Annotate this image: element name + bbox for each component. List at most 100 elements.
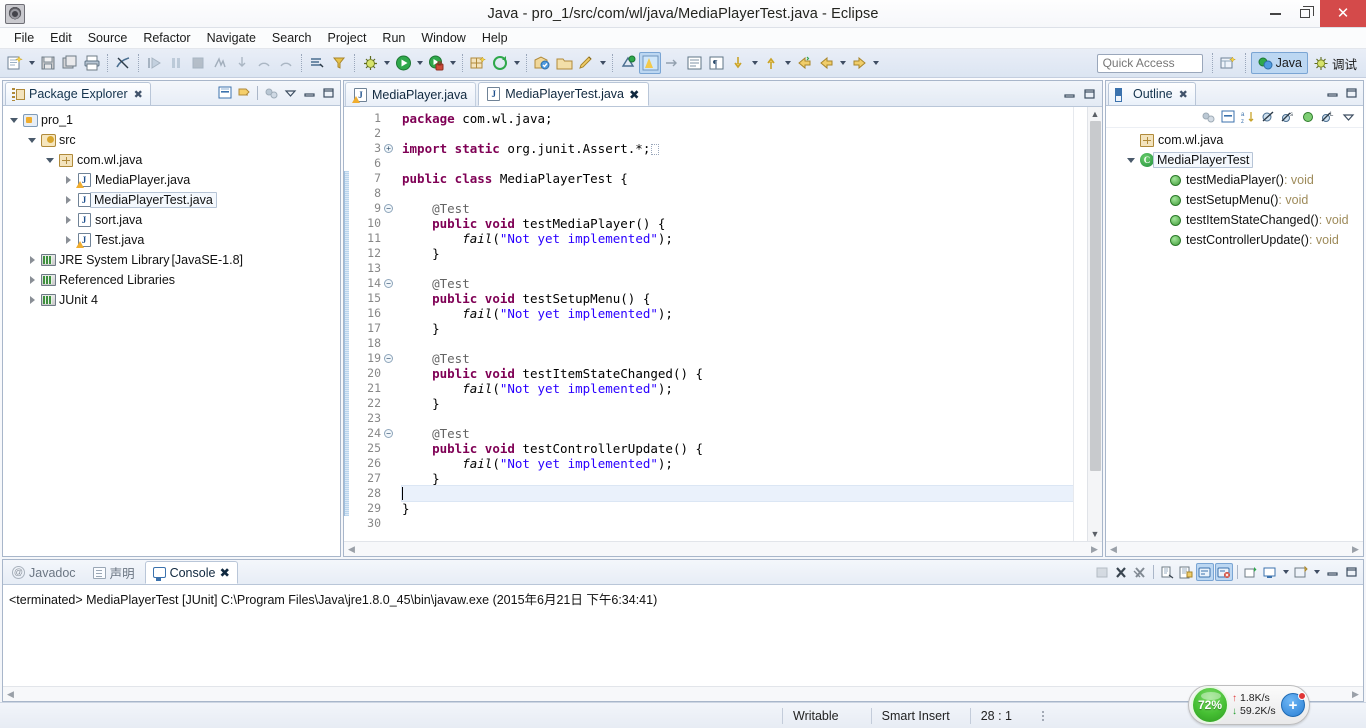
tree-item-mediaplayertest-java[interactable]: MediaPlayerTest.java <box>3 190 340 210</box>
scroll-lock-icon[interactable] <box>1177 563 1195 581</box>
code-line[interactable]: } <box>402 246 1073 261</box>
run-external-tools-icon[interactable] <box>425 52 447 74</box>
code-line[interactable]: public void testSetupMenu() { <box>402 291 1073 306</box>
forward-dropdown-icon[interactable] <box>870 52 881 74</box>
tab-console[interactable]: Console ✖ <box>144 561 238 584</box>
tab-javadoc[interactable]: @ Javadoc <box>5 561 83 584</box>
folding-ruler[interactable] <box>383 107 396 541</box>
overview-ruler[interactable] <box>1073 107 1087 541</box>
forward-history-icon[interactable] <box>815 52 837 74</box>
run-icon[interactable] <box>392 52 414 74</box>
twisty-expanded-icon[interactable] <box>43 158 57 163</box>
run-external-dropdown-icon[interactable] <box>447 52 458 74</box>
step-into-icon[interactable] <box>231 52 253 74</box>
twisty-expanded-icon[interactable] <box>7 118 21 123</box>
hide-fields-icon[interactable] <box>1259 108 1277 126</box>
toggle-block-selection-icon[interactable]: ¶ <box>705 52 727 74</box>
code-line[interactable]: package com.wl.java; <box>402 111 1073 126</box>
outline-item-testsetupmenu[interactable]: testSetupMenu() : void <box>1106 190 1363 210</box>
fold-expand-icon[interactable]: + <box>384 144 393 153</box>
code-line[interactable]: } <box>402 396 1073 411</box>
code-line[interactable]: import static org.junit.Assert.*; <box>402 141 1073 156</box>
search-references-icon[interactable] <box>575 52 597 74</box>
fold-collapse-icon[interactable]: − <box>384 204 393 213</box>
focus-icon[interactable] <box>1199 108 1217 126</box>
toggle-java-editor-icon[interactable] <box>639 52 661 74</box>
tree-item-jre-system-library[interactable]: JRE System Library [JavaSE-1.8] <box>3 250 340 270</box>
scroll-right-icon[interactable]: ▶ <box>1348 544 1363 555</box>
scroll-right-icon[interactable]: ▶ <box>1087 544 1102 555</box>
new-wizard-icon[interactable] <box>4 52 26 74</box>
menu-help[interactable]: Help <box>474 29 516 47</box>
collapse-all-icon[interactable] <box>216 84 234 102</box>
scroll-up-icon[interactable]: ▲ <box>1088 107 1103 121</box>
debug-icon[interactable] <box>359 52 381 74</box>
debug-resume-icon[interactable] <box>143 52 165 74</box>
close-icon[interactable]: ✖ <box>629 87 639 102</box>
print-icon[interactable] <box>81 52 103 74</box>
remove-all-terminated-icon[interactable] <box>1131 563 1149 581</box>
outline-horizontal-scrollbar[interactable]: ◀ ▶ <box>1106 541 1363 556</box>
display-selected-console-icon[interactable] <box>1261 563 1279 581</box>
scroll-left-icon[interactable]: ◀ <box>1106 544 1121 555</box>
twisty-collapsed-icon[interactable] <box>61 216 75 224</box>
save-all-icon[interactable] <box>59 52 81 74</box>
show-whitespace-icon[interactable] <box>683 52 705 74</box>
twisty-collapsed-icon[interactable] <box>61 196 75 204</box>
menu-run[interactable]: Run <box>374 29 413 47</box>
debug-suspend-icon[interactable] <box>165 52 187 74</box>
debug-terminate-icon[interactable] <box>187 52 209 74</box>
menu-refactor[interactable]: Refactor <box>135 29 198 47</box>
forward-arrow-icon[interactable] <box>848 52 870 74</box>
terminate-icon[interactable] <box>1093 563 1111 581</box>
twisty-collapsed-icon[interactable] <box>25 296 39 304</box>
next-annotation-icon[interactable] <box>661 52 683 74</box>
tree-item-sort-java[interactable]: sort.java <box>3 210 340 230</box>
code-line[interactable] <box>402 126 1073 141</box>
tab-outline[interactable]: Outline ✖ <box>1108 82 1196 105</box>
open-console-icon[interactable] <box>1292 563 1310 581</box>
hide-static-icon[interactable]: s <box>1279 108 1297 126</box>
twisty-collapsed-icon[interactable] <box>61 176 75 184</box>
pin-console-icon[interactable] <box>1215 563 1233 581</box>
new-wizard-dropdown-icon[interactable] <box>26 52 37 74</box>
search-dropdown-icon[interactable] <box>597 52 608 74</box>
back-dropdown-icon[interactable] <box>837 52 848 74</box>
tab-mediaplayertest-java[interactable]: MediaPlayerTest.java ✖ <box>478 82 649 106</box>
sort-icon[interactable]: az <box>1239 108 1257 126</box>
collapse-all-icon[interactable] <box>1219 108 1237 126</box>
code-line[interactable]: public void testItemStateChanged() { <box>402 366 1073 381</box>
link-with-editor-icon[interactable] <box>235 84 253 102</box>
code-line[interactable] <box>402 261 1073 276</box>
disconnect-icon[interactable] <box>209 52 231 74</box>
menu-source[interactable]: Source <box>80 29 136 47</box>
code-line[interactable]: } <box>402 321 1073 336</box>
tree-item-mediaplayer-java[interactable]: MediaPlayer.java <box>3 170 340 190</box>
new-java-package-icon[interactable] <box>467 52 489 74</box>
previous-edit-dropdown-icon[interactable] <box>782 52 793 74</box>
editor-horizontal-scrollbar[interactable]: ◀ ▶ <box>344 541 1102 556</box>
console-horizontal-scrollbar[interactable]: ◀ ▶ <box>3 686 1363 701</box>
step-over-icon[interactable] <box>253 52 275 74</box>
minimize-icon[interactable] <box>1323 563 1341 581</box>
twisty-expanded-icon[interactable] <box>1124 158 1138 163</box>
focus-on-active-task-icon[interactable] <box>262 84 280 102</box>
scrollbar-thumb[interactable] <box>1089 121 1101 471</box>
run-dropdown-icon[interactable] <box>414 52 425 74</box>
tree-item-referenced-libraries[interactable]: Referenced Libraries <box>3 270 340 290</box>
minimize-icon[interactable] <box>300 84 318 102</box>
editor-vertical-scrollbar[interactable]: ▲ ▼ <box>1087 107 1102 541</box>
tab-mediaplayer-java[interactable]: MediaPlayer.java <box>345 82 477 106</box>
skip-breakpoints-icon[interactable] <box>306 52 328 74</box>
code-line[interactable]: } <box>402 471 1073 486</box>
menu-search[interactable]: Search <box>264 29 320 47</box>
console-output[interactable]: <terminated> MediaPlayerTest [JUnit] C:\… <box>3 585 1363 686</box>
outline-item-testmediaplayer[interactable]: testMediaPlayer() : void <box>1106 170 1363 190</box>
network-add-button[interactable]: + <box>1281 692 1306 717</box>
menu-window[interactable]: Window <box>413 29 473 47</box>
code-line[interactable]: fail("Not yet implemented"); <box>402 306 1073 321</box>
code-line[interactable]: public void testMediaPlayer() { <box>402 216 1073 231</box>
code-line[interactable]: public void testControllerUpdate() { <box>402 441 1073 456</box>
view-menu-icon[interactable] <box>281 84 299 102</box>
run-last-tool-icon[interactable] <box>328 52 350 74</box>
